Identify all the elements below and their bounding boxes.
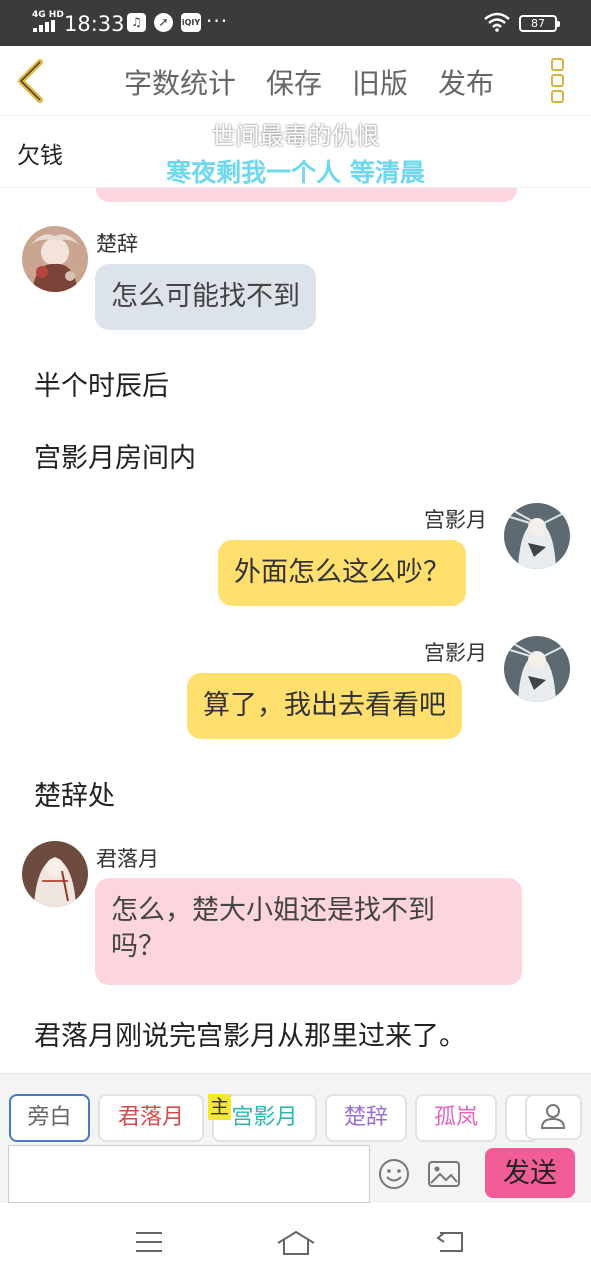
narration-text[interactable]: 半个时辰后 (34, 364, 169, 403)
speaker-name: 宫影月 (424, 508, 487, 532)
iqiyi-icon: iQIY (181, 13, 201, 32)
speaker-name: 君落月 (96, 847, 159, 871)
role-chip-junluoyue[interactable]: 君落月 (98, 1094, 204, 1142)
main-character-badge: 主 (208, 1094, 231, 1120)
message-bubble[interactable]: 算了，我出去看看吧 (187, 673, 462, 739)
role-chip-narrator[interactable]: 旁白 (9, 1094, 90, 1142)
character-manage-button[interactable] (525, 1094, 582, 1140)
role-chip-gulan[interactable]: 孤岚 (415, 1094, 497, 1142)
send-button[interactable]: 发送 (485, 1148, 575, 1198)
back-icon[interactable] (14, 58, 48, 104)
message-input[interactable] (8, 1145, 370, 1203)
system-nav-bar (0, 1203, 591, 1280)
compass-icon: ➚ (154, 13, 173, 32)
narration-text[interactable]: 楚辞处 (34, 774, 115, 813)
message-bubble[interactable]: 怎么，楚大小姐还是找不到 吗？ (95, 878, 522, 985)
avatar-gongyingyue[interactable] (504, 503, 570, 569)
more-notifications-icon: ··· (206, 9, 229, 33)
story-title[interactable]: 欠钱 (17, 136, 63, 170)
avatar-junluoyue[interactable] (22, 841, 88, 907)
speaker-name: 楚辞 (96, 232, 138, 256)
role-chip-chuci[interactable]: 楚辞 (325, 1094, 407, 1142)
role-label: 孤岚 (433, 1105, 478, 1130)
network-indicator: 4G HD (32, 10, 64, 20)
save-button[interactable]: 保存 (266, 62, 322, 102)
menu-icon[interactable] (134, 1230, 164, 1254)
publish-button[interactable]: 发布 (438, 62, 494, 102)
person-icon (540, 1104, 566, 1129)
narration-text[interactable]: 宫影月房间内 (34, 436, 196, 475)
story-title-bar: 欠钱 (0, 116, 591, 188)
chat-area[interactable]: 楚辞 怎么可能找不到 半个时辰后 宫影月房间内 宫影月 外面怎么这么吵？ 宫影月… (0, 188, 591, 1073)
music-icon: ♫ (127, 13, 146, 32)
role-label: 旁白 (27, 1105, 72, 1130)
message-bubble[interactable]: 怎么可能找不到 (95, 264, 316, 330)
role-label: 君落月 (117, 1105, 184, 1130)
signal-icon (33, 20, 57, 32)
editor-toolbar: 字数统计 保存 旧版 发布 (0, 46, 591, 116)
clock: 18:33 (64, 12, 125, 36)
status-bar: 4G HD 18:33 ♫ ➚ iQIY ··· 87 (0, 0, 591, 46)
avatar-gongyingyue[interactable] (504, 636, 570, 702)
speaker-name: 宫影月 (424, 641, 487, 665)
battery-icon: 87 (519, 15, 560, 32)
message-line: 吗？ (111, 931, 165, 962)
message-line: 怎么，楚大小姐还是找不到 (111, 895, 435, 926)
partial-bubble (96, 188, 517, 202)
more-menu-icon[interactable] (551, 58, 567, 104)
role-label: 宫影月 (231, 1105, 298, 1130)
old-version-button[interactable]: 旧版 (352, 62, 408, 102)
emoji-icon[interactable] (378, 1158, 410, 1190)
narration-text[interactable]: 君落月刚说完宫影月从那里过来了。 (34, 1014, 466, 1053)
wifi-icon (484, 12, 510, 32)
message-bubble[interactable]: 外面怎么这么吵？ (218, 540, 466, 606)
role-label: 楚辞 (343, 1105, 388, 1130)
avatar-chuci[interactable] (22, 226, 88, 292)
word-count-button[interactable]: 字数统计 (124, 62, 236, 102)
home-icon[interactable] (276, 1230, 316, 1256)
image-icon[interactable] (428, 1161, 460, 1187)
back-nav-icon[interactable] (434, 1230, 466, 1254)
